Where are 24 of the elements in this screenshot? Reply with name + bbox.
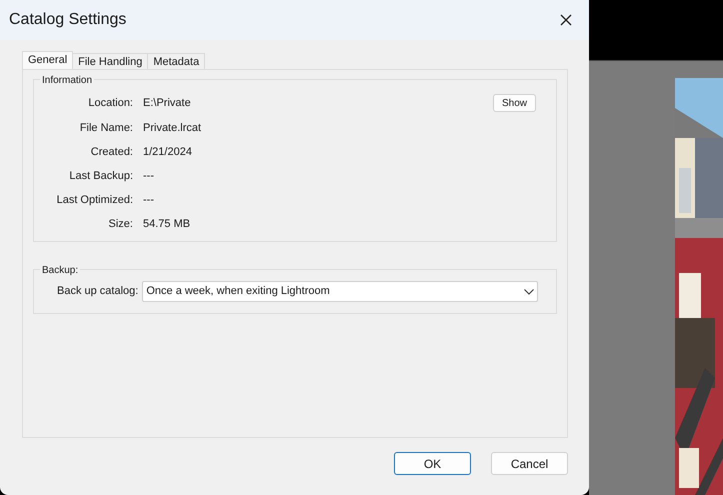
field-label: File Name: xyxy=(78,120,133,136)
tab[interactable]: General xyxy=(22,51,74,69)
field-label: Size: xyxy=(108,216,133,232)
field-label: Last Backup: xyxy=(68,168,133,184)
show-button[interactable]: Show xyxy=(493,94,536,112)
field-label: Location: xyxy=(87,96,133,111)
tab[interactable]: Metadata xyxy=(148,53,206,69)
chevron-down-icon xyxy=(524,288,534,294)
field-value: --- xyxy=(143,192,155,208)
field-label: Back up catalog: xyxy=(57,284,138,300)
close-icon xyxy=(560,14,572,26)
field-label: Last Optimized: xyxy=(56,192,133,208)
field-value: 1/21/2024 xyxy=(143,144,193,160)
backup-dropdown[interactable]: Once a week, when exiting Lightroom xyxy=(142,281,538,302)
dialog-button[interactable]: Cancel xyxy=(491,452,568,475)
field-value: --- xyxy=(143,168,155,184)
field-value: E:\Private xyxy=(143,96,192,111)
field-value: 54.75 MB xyxy=(143,216,192,232)
tab[interactable]: File Handling xyxy=(73,53,148,69)
field-label: Created: xyxy=(90,144,133,160)
field-value: Private.lrcat xyxy=(143,120,202,136)
dialog-button[interactable]: OK xyxy=(394,452,471,475)
window-title: Catalog Settings xyxy=(9,10,126,30)
group-title: Backup: xyxy=(40,263,80,278)
